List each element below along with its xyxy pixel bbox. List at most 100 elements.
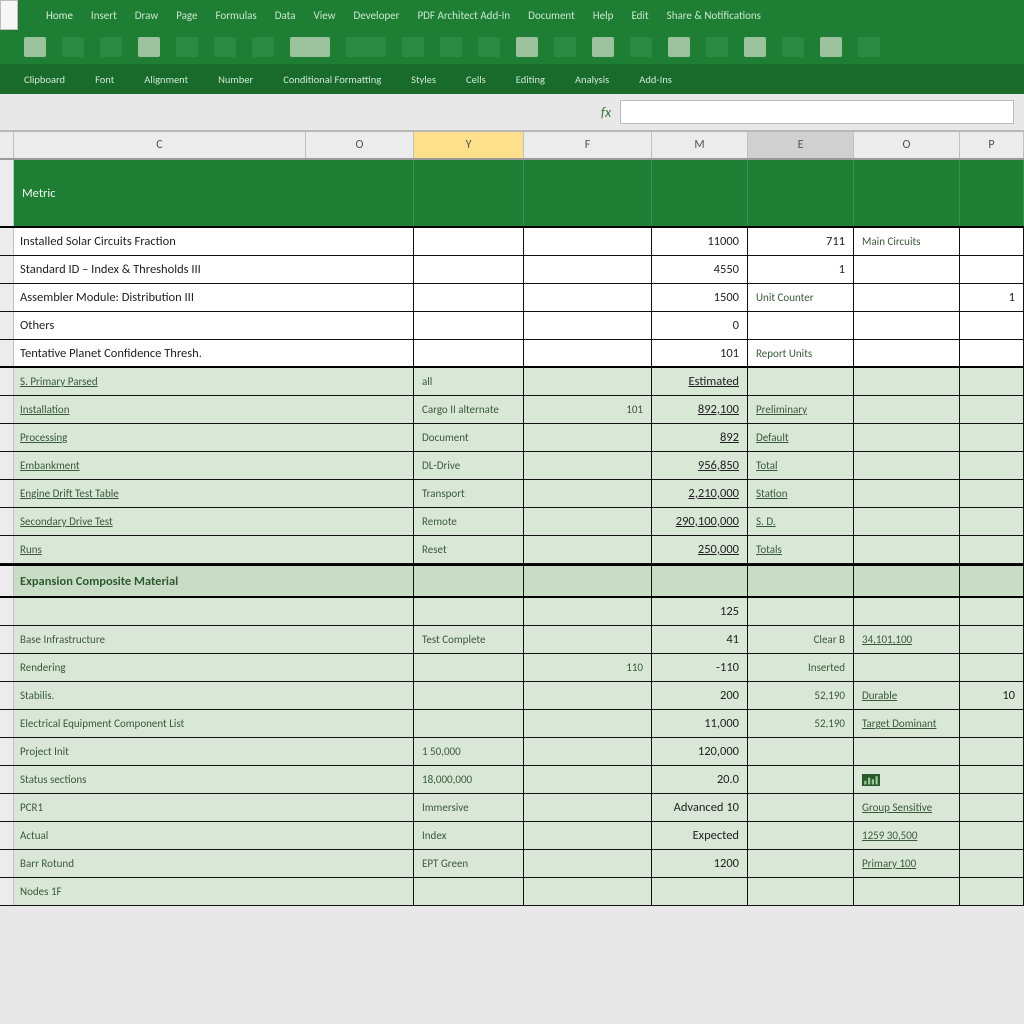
cell-label[interactable]: Base Infrastructure [14,626,414,653]
cell-styles-icon[interactable] [706,37,728,57]
table-row[interactable]: Stabilis. 200 52,190 Durable 10 [0,682,1024,710]
cell-label[interactable]: Secondary Drive Test [14,508,414,535]
table-row[interactable]: Assembler Module: Distribution III 1500 … [0,284,1024,312]
italic-icon[interactable] [214,37,236,57]
cell-label[interactable]: Project Init [14,738,414,765]
col-header-o2[interactable]: O [854,132,960,158]
table-row[interactable]: Base Infrastructure Test Complete 41 Cle… [0,626,1024,654]
table-row[interactable]: Project Init 1 50,000 120,000 [0,738,1024,766]
tab-share[interactable]: Share & Notifications [667,9,761,22]
col-header-m[interactable]: M [652,132,748,158]
merge-icon[interactable] [554,37,576,57]
insert-cells-icon[interactable] [744,37,766,57]
col-header-e[interactable]: E [748,132,854,158]
table-row[interactable]: Nodes 1F [0,878,1024,906]
border-icon[interactable] [346,37,386,57]
cell-label[interactable]: Rendering [14,654,414,681]
autosum-icon[interactable] [820,37,842,57]
copy-icon[interactable] [100,37,122,57]
table-row[interactable]: Secondary Drive Test Remote 290,100,000 … [0,508,1024,536]
col-header-y[interactable]: Y [414,132,524,158]
tab-document[interactable]: Document [528,9,575,22]
chart-icon[interactable] [854,766,960,793]
sort-filter-icon[interactable] [858,37,880,57]
fx-icon[interactable]: fx [592,104,620,121]
table-row[interactable]: Actual Index Expected 1259 30,500 [0,822,1024,850]
cell-label[interactable]: Engine Drift Test Table [14,480,414,507]
table-row[interactable]: Processing Document 892 Default [0,424,1024,452]
cell-label[interactable]: Barr Rotund [14,850,414,877]
cell-label[interactable]: Installed Solar Circuits Fraction [14,228,414,255]
cell-value[interactable]: -110 [652,654,748,681]
table-row[interactable]: Tentative Planet Confidence Thresh. 101 … [0,340,1024,368]
tab-draw[interactable]: Draw [135,9,158,22]
tab-insert[interactable]: Insert [91,9,117,22]
cell-label[interactable]: Status sections [14,766,414,793]
conditional-format-icon[interactable] [668,37,690,57]
tab-data[interactable]: Data [275,9,296,22]
number-format-icon[interactable] [592,37,614,57]
cell-label[interactable]: Stabilis. [14,682,414,709]
percent-icon[interactable] [630,37,652,57]
format-painter-icon[interactable] [138,37,160,57]
cell-label[interactable]: Installation [14,396,414,423]
cell-label[interactable]: Runs [14,536,414,563]
cell-label[interactable]: Processing [14,424,414,451]
tab-pdf-addin[interactable]: PDF Architect Add-In [417,9,510,22]
cell-value[interactable] [652,878,748,905]
align-left-icon[interactable] [402,37,424,57]
cell-value[interactable]: 892,100 [652,396,748,423]
cell-value[interactable]: Advanced 10 [652,794,748,821]
table-row[interactable]: Embankment DL-Drive 956,850 Total [0,452,1024,480]
tab-formulas[interactable]: Formulas [216,9,257,22]
cell-value[interactable]: 892 [652,424,748,451]
app-menu-button[interactable] [0,0,18,30]
cell-label[interactable]: PCR1 [14,794,414,821]
table-row[interactable]: Runs Reset 250,000 Totals [0,536,1024,564]
align-center-icon[interactable] [440,37,462,57]
tab-edit[interactable]: Edit [631,9,648,22]
table-row[interactable]: 125 [0,598,1024,626]
tab-help[interactable]: Help [593,9,614,22]
cell-value[interactable]: 250,000 [652,536,748,563]
table-row[interactable]: Rendering 110 -110 Inserted [0,654,1024,682]
cell-value[interactable]: Expected [652,822,748,849]
table-row[interactable]: Electrical Equipment Component List 11,0… [0,710,1024,738]
bold-icon[interactable] [176,37,198,57]
delete-cells-icon[interactable] [782,37,804,57]
formula-input[interactable] [620,100,1014,124]
wrap-text-icon[interactable] [516,37,538,57]
cell-value[interactable]: 11,000 [652,710,748,737]
cell-label[interactable]: Embankment [14,452,414,479]
cell-value[interactable]: Estimated [652,368,748,395]
cut-icon[interactable] [62,37,84,57]
table-row[interactable]: Status sections 18,000,000 20.0 [0,766,1024,794]
cell-value[interactable]: 11000 [652,228,748,255]
paste-icon[interactable] [24,37,46,57]
table-row[interactable]: Installation Cargo II alternate 101 892,… [0,396,1024,424]
cell-label[interactable]: Nodes 1F [14,878,414,905]
table-row[interactable]: Others 0 [0,312,1024,340]
cell-value[interactable]: 20.0 [652,766,748,793]
cell-label[interactable]: Electrical Equipment Component List [14,710,414,737]
underline-icon[interactable] [252,37,274,57]
cell-label[interactable]: Actual [14,822,414,849]
col-header-f[interactable]: F [524,132,652,158]
cell-value[interactable]: 200 [652,682,748,709]
col-header-o1[interactable]: O [306,132,414,158]
align-right-icon[interactable] [478,37,500,57]
tab-developer[interactable]: Developer [354,9,400,22]
select-all-corner[interactable] [0,132,14,158]
cell-value[interactable]: 120,000 [652,738,748,765]
cell-value[interactable]: 2,210,000 [652,480,748,507]
tab-home[interactable]: Home [46,9,73,22]
table-row[interactable]: S. Primary Parsed all Estimated [0,368,1024,396]
table-row[interactable]: Barr Rotund EPT Green 1200 Primary 100 [0,850,1024,878]
cell-value[interactable]: 1200 [652,850,748,877]
cell-value[interactable]: 290,100,000 [652,508,748,535]
cell-value[interactable]: 956,850 [652,452,748,479]
col-header-p[interactable]: P [960,132,1024,158]
col-header-c[interactable]: C [14,132,306,158]
fill-color-icon[interactable] [290,37,330,57]
tab-view[interactable]: View [313,9,335,22]
